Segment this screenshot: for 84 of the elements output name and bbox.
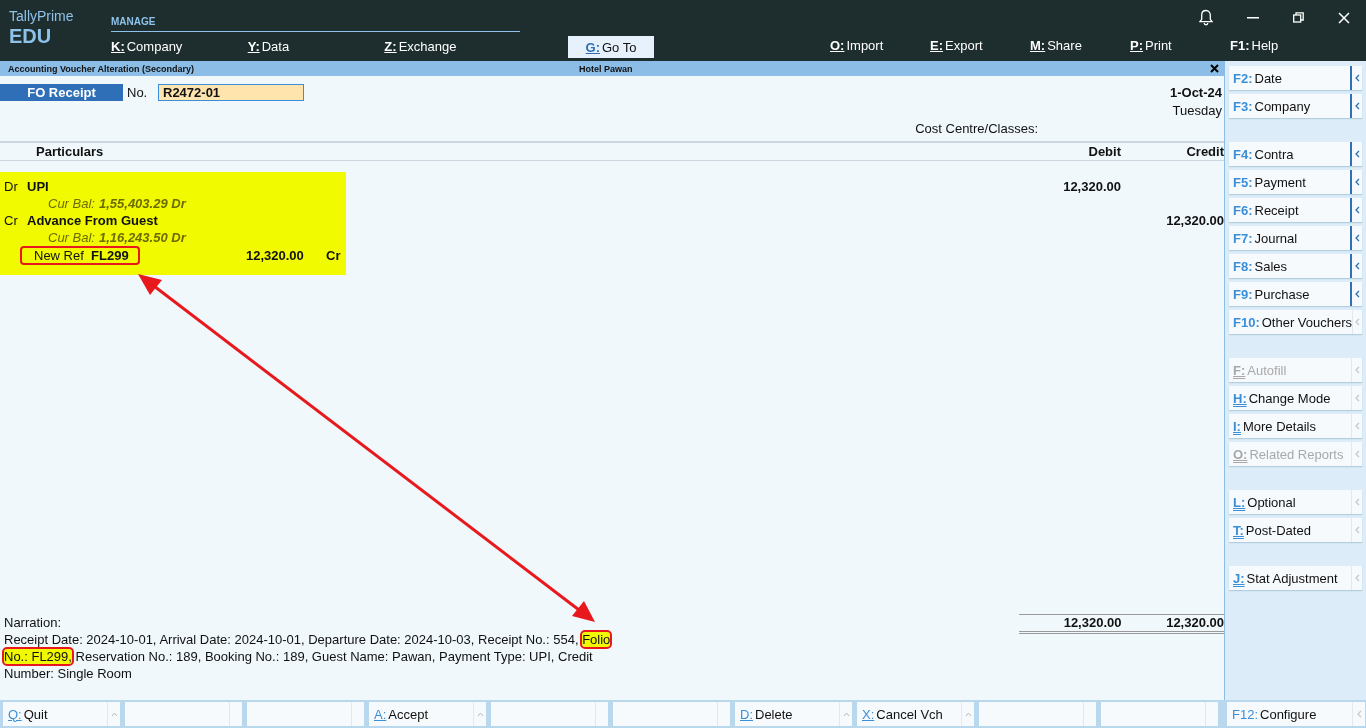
bill-amount: 12,320.00 — [246, 248, 305, 263]
chevron-icon — [1355, 318, 1361, 326]
chevron-icon — [1356, 710, 1362, 718]
chevron-icon — [1354, 366, 1360, 374]
narration-label: Narration: — [4, 614, 63, 631]
bottom-button[interactable]: A:Accept — [369, 702, 486, 726]
dr-cr-label: Cr — [326, 248, 341, 263]
voucher-type: FO Receipt — [0, 84, 123, 101]
chevron-icon — [1354, 206, 1360, 214]
voucher-number-field[interactable]: R2472-01 — [158, 84, 304, 101]
menu-item[interactable]: F1:Help — [1230, 35, 1330, 55]
chevron-icon — [1354, 290, 1360, 298]
menu-item[interactable]: E:Export — [930, 35, 1030, 55]
sidebar-button[interactable]: T:Post-Dated — [1229, 518, 1362, 542]
bottom-button[interactable]: X:Cancel Vch — [857, 702, 974, 726]
balance-label: Cur Bal: — [48, 230, 95, 245]
menu-section-title: MANAGE — [111, 16, 520, 32]
dr-cr-label: Cr — [4, 212, 19, 229]
menu-item[interactable]: P:Print — [1130, 35, 1230, 55]
chevron-icon — [1354, 102, 1360, 110]
sidebar-button[interactable]: F7:Journal — [1229, 226, 1362, 250]
balance-value: 1,55,403.29 Dr — [98, 196, 186, 211]
chevron-icon — [1354, 178, 1360, 186]
bell-icon[interactable] — [1199, 9, 1213, 26]
screen-title: Accounting Voucher Alteration (Secondary) — [8, 63, 196, 74]
column-header: Debit — [1087, 143, 1121, 160]
chevron-icon — [1354, 262, 1360, 270]
sidebar-button[interactable]: F3:Company — [1229, 94, 1362, 118]
chevron-icon — [1354, 526, 1360, 534]
sidebar-button[interactable]: F4:Contra — [1229, 142, 1362, 166]
voucher-date: 1-Oct-24 — [1169, 84, 1222, 102]
balance-value: 1,16,243.50 Dr — [98, 230, 186, 245]
cost-centre-label: Cost Centre/Classes: — [915, 121, 1038, 138]
sidebar-button[interactable]: I:More Details — [1229, 414, 1362, 438]
menu-item[interactable]: Y:Data — [247, 36, 385, 56]
sidebar-button[interactable]: F5:Payment — [1229, 170, 1362, 194]
bottom-button[interactable]: D:Delete — [735, 702, 852, 726]
chevron-icon — [1354, 574, 1360, 582]
balance-label: Cur Bal: — [48, 196, 95, 211]
chevron-icon — [1354, 498, 1360, 506]
chevron-icon — [1354, 394, 1360, 402]
credit-amount: 12,320.00 — [1166, 213, 1224, 228]
sidebar-button[interactable]: F6:Receipt — [1229, 198, 1362, 222]
menu-item[interactable]: M:Share — [1030, 35, 1130, 55]
caret-icon — [476, 711, 484, 717]
chevron-icon — [1354, 74, 1360, 82]
sidebar-button[interactable]: F8:Sales — [1229, 254, 1362, 278]
voucher-day: Tuesday — [1172, 102, 1222, 119]
narration-text: Receipt Date: 2024-10-01, Arrival Date: 2024-10-01, Departure Date: 2024-10-03, Receipt No.: 554, Folio No.: FL299, Reservation No.: 189, Booking No.: 189, Guest Name: Pawan, Payment Type: UPI, Credit Number: Single Room — [4, 631, 612, 682]
menu-item[interactable]: Z:Exchange — [384, 36, 521, 56]
chevron-icon — [1354, 150, 1360, 158]
debit-amount: 12,320.00 — [1063, 179, 1121, 194]
ledger-name: Advance From Guest — [27, 212, 158, 229]
menu-item[interactable]: O:Import — [830, 35, 930, 55]
caret-icon — [842, 711, 850, 717]
sidebar-button[interactable]: J:Stat Adjustment — [1229, 566, 1362, 590]
bill-reference: New Ref FL299 — [20, 246, 140, 265]
chevron-icon — [1354, 234, 1360, 242]
chevron-icon — [1354, 422, 1360, 430]
company-name: Hotel Pawan — [579, 63, 634, 74]
sidebar-button[interactable]: L:Optional — [1229, 490, 1362, 514]
sidebar-button[interactable]: H:Change Mode — [1229, 386, 1362, 410]
caret-icon — [110, 711, 118, 717]
edition-label: EDU — [9, 25, 53, 47]
bottom-button[interactable]: Q:Quit — [3, 702, 120, 726]
total-debit: 12,320.00 — [1062, 615, 1122, 631]
column-header: Particulars — [35, 143, 105, 160]
sidebar-button[interactable]: F9:Purchase — [1229, 282, 1362, 306]
menu-item[interactable]: K:Company — [111, 36, 248, 56]
close-icon[interactable] — [1210, 64, 1219, 73]
ledger-name: UPI — [27, 178, 49, 195]
configure-button[interactable]: F12:Configure — [1227, 702, 1365, 726]
column-header: Credit — [1185, 143, 1224, 160]
go-to-button[interactable]: G:Go To — [568, 36, 654, 58]
dr-cr-label: Dr — [4, 178, 19, 195]
number-label: No. — [127, 85, 149, 100]
sidebar-button[interactable]: F10:Other Vouchers — [1229, 310, 1362, 334]
chevron-icon — [1354, 450, 1360, 458]
restore-icon[interactable] — [1293, 12, 1304, 23]
minimize-icon[interactable] — [1247, 16, 1259, 19]
caret-icon — [964, 711, 972, 717]
total-credit: 12,320.00 — [1165, 615, 1224, 631]
sidebar-button[interactable]: F2:Date — [1229, 66, 1362, 90]
app-name: TallyPrime — [9, 8, 75, 25]
